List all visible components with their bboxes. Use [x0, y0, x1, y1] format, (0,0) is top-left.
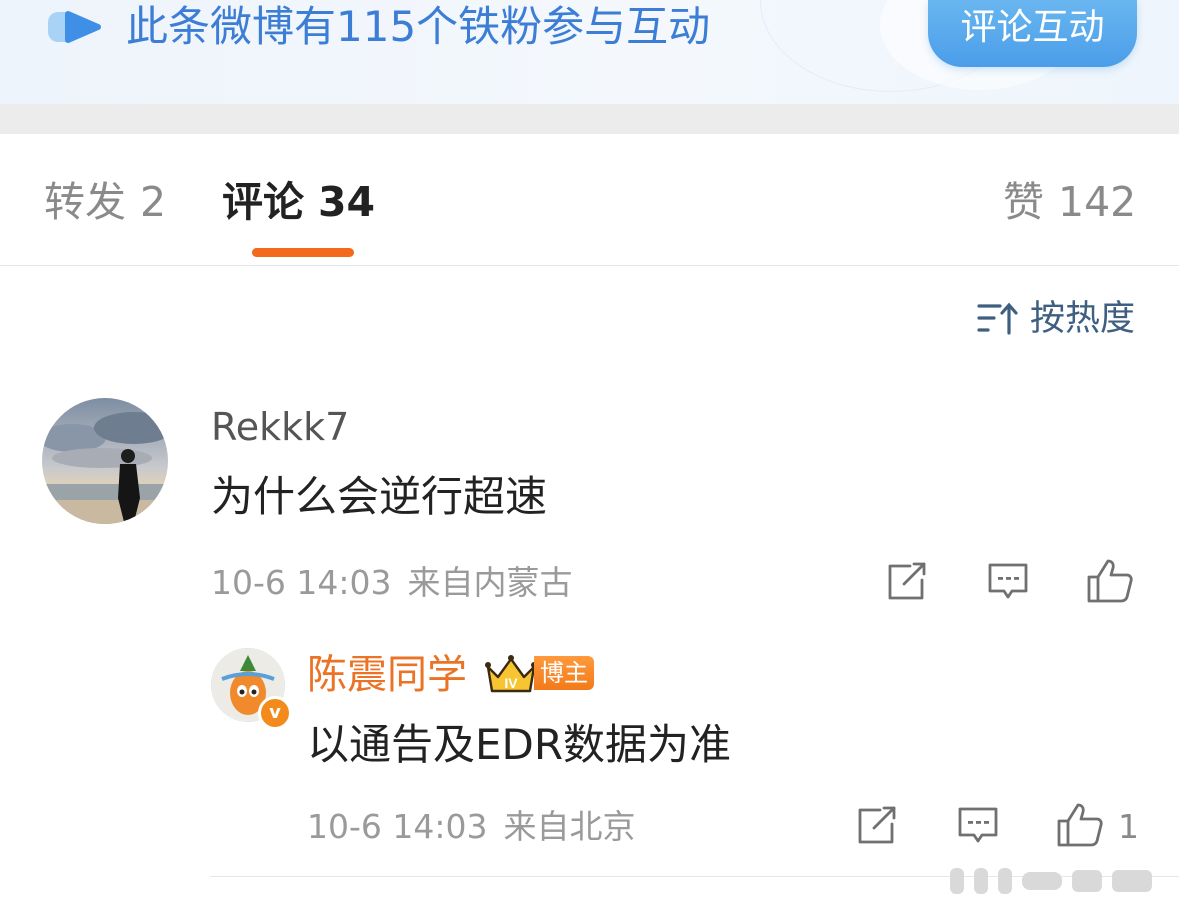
- avatar[interactable]: [42, 398, 168, 524]
- share-icon[interactable]: [856, 806, 898, 846]
- reply-text: 以通告及EDR数据为准: [307, 720, 732, 769]
- reply-time: 10-6 14:03: [307, 807, 488, 846]
- comment-meta: 10-6 14:03 来自内蒙古: [211, 561, 573, 605]
- sort-label: 按热度: [1030, 299, 1136, 339]
- comment-time: 10-6 14:03: [211, 563, 392, 602]
- comment-icon[interactable]: [987, 562, 1029, 602]
- tab-like-count: 142: [1058, 178, 1137, 226]
- author-badge: 博主: [534, 656, 594, 690]
- tab-repost[interactable]: 转发 2: [44, 174, 166, 230]
- comment-source: 来自内蒙古: [407, 563, 573, 602]
- comment-interaction-button[interactable]: 评论互动: [928, 0, 1137, 67]
- banner-text: 此条微博有115个铁粉参与互动: [126, 2, 711, 51]
- fan-interaction-banner: 此条微博有115个铁粉参与互动 评论互动: [0, 0, 1179, 104]
- avatar-photo: [42, 398, 168, 524]
- tab-like-label: 赞: [1003, 178, 1044, 226]
- crown-iv-icon: IV: [485, 655, 537, 693]
- reply-meta: 10-6 14:03 来自北京: [307, 805, 636, 849]
- share-icon[interactable]: [886, 562, 928, 602]
- play-logo-icon: [48, 11, 101, 43]
- tab-comment-label: 评论: [222, 178, 304, 226]
- like-icon[interactable]: [1056, 802, 1104, 848]
- reply-username[interactable]: 陈震同学: [307, 650, 467, 700]
- comment-username[interactable]: Rekkk7: [211, 403, 349, 451]
- reply-source: 来自北京: [503, 807, 636, 846]
- comment-text: 为什么会逆行超速: [211, 472, 548, 521]
- reply-like-count: 1: [1118, 807, 1139, 846]
- tab-comment-count: 34: [318, 178, 376, 226]
- tab-comment[interactable]: 评论 34: [222, 174, 375, 230]
- tab-repost-count: 2: [140, 178, 167, 226]
- like-icon[interactable]: [1086, 558, 1134, 604]
- sort-icon: [977, 302, 1018, 335]
- tab-repost-label: 转发: [44, 178, 126, 226]
- active-tab-indicator: [252, 248, 354, 257]
- section-gap: [0, 104, 1179, 134]
- comment-icon[interactable]: [957, 806, 999, 846]
- svg-text:IV: IV: [504, 675, 518, 691]
- tab-bar: 转发 2 评论 34 赞 142: [0, 134, 1179, 266]
- watermark-logo-icon: [950, 868, 1152, 894]
- tab-like[interactable]: 赞 142: [1003, 174, 1136, 230]
- verified-badge-icon: v: [258, 696, 292, 730]
